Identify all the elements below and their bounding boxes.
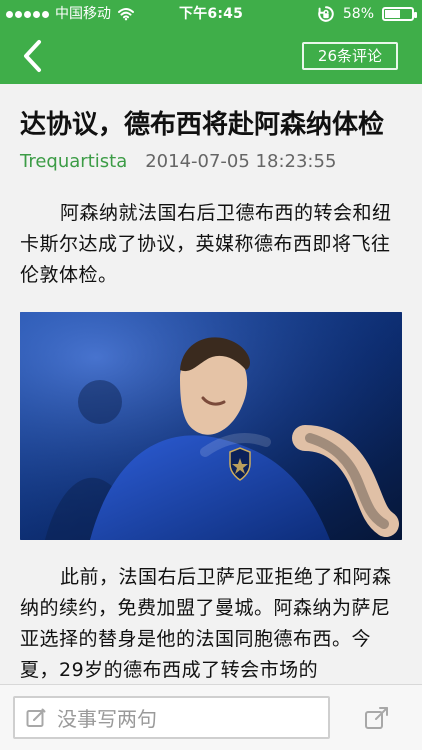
paragraph-text: 此前，法国右后卫萨尼亚拒绝了和阿森纳的续约，免费加盟了曼城。阿森纳为萨尼亚选择的… xyxy=(20,566,392,681)
battery-icon xyxy=(382,7,417,21)
comments-count-label: 26条评论 xyxy=(317,47,382,65)
bottom-bar: 没事写两句 xyxy=(0,684,422,750)
article-meta: Trequartista 2014-07-05 18:23:55 xyxy=(20,150,336,174)
back-button[interactable] xyxy=(14,38,50,74)
comment-input[interactable]: 没事写两句 xyxy=(13,696,330,739)
share-button[interactable] xyxy=(360,701,394,735)
article-author[interactable]: Trequartista xyxy=(20,150,127,174)
top-navigation: 26条评论 xyxy=(0,28,422,84)
article-title: 达协议，德布西将赴阿森纳体检 xyxy=(20,110,385,140)
chevron-left-icon xyxy=(24,40,41,72)
share-icon xyxy=(365,707,388,729)
article-content: 达协议，德布西将赴阿森纳体检 Trequartista 2014-07-05 1… xyxy=(0,84,422,684)
player-photo-svg xyxy=(20,312,402,540)
battery-level-fill xyxy=(385,10,401,18)
rotation-lock-icon xyxy=(318,6,334,22)
article-paragraph-2: 此前，法国右后卫萨尼亚拒绝了和阿森纳的续约，免费加盟了曼城。阿森纳为萨尼亚选择的… xyxy=(20,562,404,684)
battery-percent: 58% xyxy=(342,6,374,22)
player-photo xyxy=(20,312,402,540)
status-bar: 中国移动 下午6:45 58% xyxy=(0,0,422,28)
article-paragraph-1: 阿森纳就法国右后卫德布西的转会和纽卡斯尔达成了协议，英媒称德布西即将飞往伦敦体检… xyxy=(20,198,404,291)
edit-icon xyxy=(26,708,46,727)
paragraph-text: 阿森纳就法国右后卫德布西的转会和纽卡斯尔达成了协议，英媒称德布西即将飞往伦敦体检… xyxy=(20,202,392,286)
article-timestamp: 2014-07-05 18:23:55 xyxy=(145,151,337,172)
status-right: 58% xyxy=(317,0,417,28)
comment-placeholder: 没事写两句 xyxy=(57,707,157,731)
comments-button[interactable]: 26条评论 xyxy=(301,42,398,70)
